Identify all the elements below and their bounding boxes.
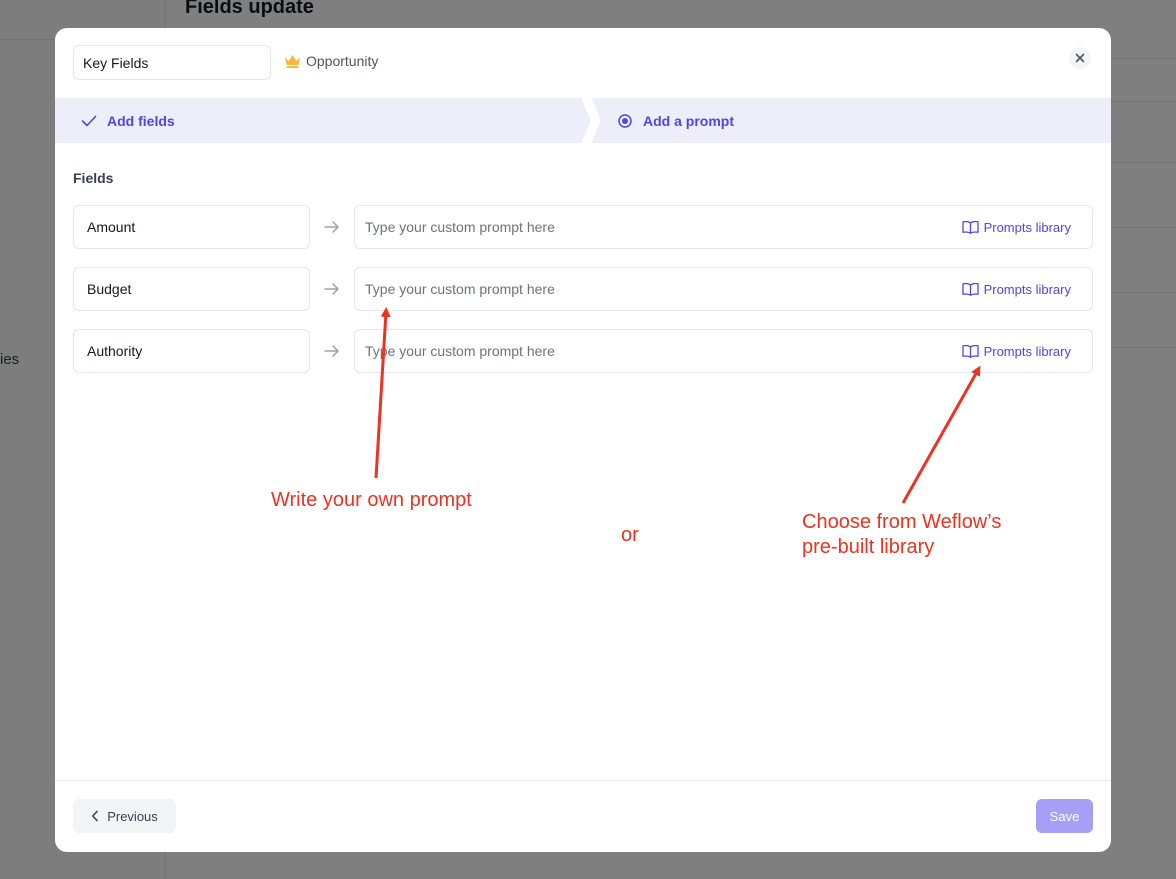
prompt-input[interactable] [356, 269, 916, 309]
prompts-library-label: Prompts library [983, 343, 1071, 359]
step-label: Add fields [107, 112, 175, 129]
prompt-box: Prompts library [354, 267, 1093, 311]
arrow-right-icon [324, 345, 339, 357]
template-name-input[interactable] [73, 45, 271, 80]
field-row: Amount Prompts library [73, 205, 1093, 249]
field-row: Authority Prompts library [73, 329, 1093, 373]
step-separator [581, 98, 601, 143]
field-row: Budget Prompts library [73, 267, 1093, 311]
check-icon [81, 115, 97, 126]
stepper: Add fields Add a prompt [55, 98, 1111, 143]
close-icon [1075, 53, 1085, 63]
crown-icon [285, 55, 300, 68]
field-name: Budget [73, 267, 310, 311]
prompt-input[interactable] [356, 207, 916, 247]
annotation-or: or [621, 524, 639, 546]
step-label: Add a prompt [643, 112, 734, 129]
close-button[interactable] [1069, 47, 1091, 69]
arrow-right-icon [324, 221, 339, 233]
prompts-library-link[interactable]: Prompts library [961, 206, 1071, 248]
field-name: Authority [73, 329, 310, 373]
arrow-right-icon [324, 283, 339, 295]
step-add-prompt[interactable]: Add a prompt [617, 98, 734, 143]
book-open-icon [961, 220, 979, 234]
prompt-box: Prompts library [354, 329, 1093, 373]
step-add-fields[interactable]: Add fields [81, 98, 175, 143]
previous-label: Previous [107, 808, 158, 824]
annotation-choose-library-line2: pre-built library [802, 536, 935, 558]
annotation-choose-library-line1: Choose from Weflow’s [802, 511, 1002, 533]
prompt-input[interactable] [356, 331, 916, 371]
key-fields-modal: Opportunity Add fields Add a prompt Fiel… [55, 28, 1111, 852]
save-button[interactable]: Save [1036, 799, 1093, 833]
fields-section-title: Fields [73, 170, 114, 186]
chevron-left-icon [92, 810, 99, 822]
radio-dot-icon [618, 113, 632, 128]
modal-header: Opportunity [55, 28, 1111, 98]
annotation-write-own: Write your own prompt [271, 489, 472, 511]
prompts-library-link[interactable]: Prompts library [961, 330, 1071, 372]
prompt-box: Prompts library [354, 205, 1093, 249]
footer-divider [55, 780, 1111, 781]
field-name: Amount [73, 205, 310, 249]
prompts-library-label: Prompts library [983, 219, 1071, 235]
book-open-icon [961, 282, 979, 296]
object-label: Opportunity [306, 53, 379, 69]
object-tag: Opportunity [284, 53, 378, 69]
prompts-library-label: Prompts library [983, 281, 1071, 297]
book-open-icon [961, 344, 979, 358]
previous-button[interactable]: Previous [73, 799, 176, 833]
prompts-library-link[interactable]: Prompts library [961, 268, 1071, 310]
